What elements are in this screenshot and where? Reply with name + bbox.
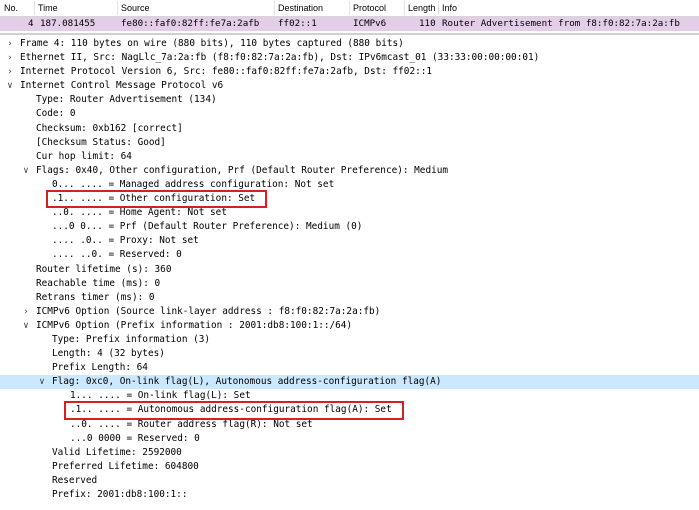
tree-item-label: Length: 4 (32 bytes): [52, 348, 165, 360]
packet-details-tree: › Frame 4: 110 bytes on wire (880 bits), …: [0, 37, 699, 502]
chevron-down-icon[interactable]: ∨: [37, 375, 47, 389]
packet-destination: ff02::1: [278, 18, 317, 29]
packet-info: Router Advertisement from f8:f0:82:7a:2a…: [442, 18, 680, 29]
tree-item-label: [Checksum Status: Good]: [36, 136, 166, 148]
packet-length: 110: [419, 18, 436, 29]
tree-item[interactable]: [Checksum Status: Good]: [0, 136, 699, 150]
tree-item-label: Retrans timer (ms): 0: [36, 291, 155, 303]
chevron-down-icon[interactable]: ∨: [21, 164, 31, 178]
tree-item[interactable]: 1... .... = On-link flag(L): Set: [0, 389, 699, 403]
tree-item-label: Router lifetime (s): 360: [36, 263, 172, 275]
tree-item[interactable]: › Frame 4: 110 bytes on wire (880 bits), …: [0, 37, 699, 51]
tree-item[interactable]: .... .0.. = Proxy: Not set: [0, 234, 699, 248]
tree-item-label: Internet Control Message Protocol v6: [20, 80, 224, 92]
tree-item[interactable]: Valid Lifetime: 2592000: [0, 446, 699, 460]
tree-item-label: .1.. .... = Other configuration: Set: [52, 193, 256, 205]
tree-item-label: 0... .... = Managed address configuratio…: [52, 178, 335, 190]
tree-item-label: Type: Prefix information (3): [52, 333, 211, 345]
tree-item[interactable]: Prefix: 2001:db8:100:1::: [0, 488, 699, 502]
tree-item[interactable]: › Ethernet II, Src: NagLlc_7a:2a:fb (f8:f…: [0, 51, 699, 65]
tree-item[interactable]: ∨ Flags: 0x40, Other configuration, Prf (…: [0, 164, 699, 178]
tree-item-label: Flags: 0x40, Other configuration, Prf (D…: [36, 164, 449, 176]
tree-item-label: Type: Router Advertisement (134): [36, 94, 217, 106]
tree-item[interactable]: .1.. .... = Autonomous address-configura…: [0, 403, 699, 417]
tree-item-label: Internet Protocol Version 6, Src: fe80::…: [20, 66, 433, 78]
tree-item[interactable]: Checksum: 0xb162 [correct]: [0, 122, 699, 136]
tree-item[interactable]: ∨ Internet Control Message Protocol v6: [0, 79, 699, 93]
tree-item[interactable]: Router lifetime (s): 360: [0, 263, 699, 277]
tree-item-label: ...0 0000 = Reserved: 0: [70, 432, 200, 444]
packet-source: fe80::faf0:82ff:fe7a:2afb: [121, 18, 260, 29]
column-header-time[interactable]: Time: [38, 0, 58, 16]
chevron-down-icon[interactable]: ∨: [5, 79, 15, 93]
tree-item-label: Code: 0: [36, 108, 76, 120]
tree-item[interactable]: .... ..0. = Reserved: 0: [0, 248, 699, 262]
tree-item[interactable]: Code: 0: [0, 107, 699, 121]
packet-list-header: No. Time Source Destination Protocol Len…: [0, 0, 699, 17]
tree-item-label: ..0. .... = Home Agent: Not set: [52, 207, 227, 219]
tree-item[interactable]: Prefix Length: 64: [0, 361, 699, 375]
tree-item-label: 1... .... = On-link flag(L): Set: [70, 390, 251, 402]
tree-item[interactable]: .1.. .... = Other configuration: Set: [0, 192, 699, 206]
column-header-length[interactable]: Length: [408, 0, 436, 16]
chevron-right-icon[interactable]: ›: [5, 37, 15, 51]
chevron-right-icon[interactable]: ›: [21, 305, 31, 319]
tree-item[interactable]: ∨ Flag: 0xc0, On-link flag(L), Autonomous…: [0, 375, 699, 390]
tree-item-label: ..0. .... = Router address flag(R): Not …: [70, 418, 313, 430]
tree-item-label: Ethernet II, Src: NagLlc_7a:2a:fb (f8:f0…: [20, 52, 540, 64]
tree-item-label: .... .0.. = Proxy: Not set: [52, 235, 199, 247]
packet-time: 187.081455: [40, 18, 96, 29]
wireshark-window: No. Time Source Destination Protocol Len…: [0, 0, 699, 510]
pane-divider[interactable]: [0, 33, 699, 35]
tree-item[interactable]: Type: Prefix information (3): [0, 333, 699, 347]
tree-item[interactable]: ..0. .... = Home Agent: Not set: [0, 206, 699, 220]
tree-item-label: Prefix: 2001:db8:100:1::: [52, 489, 188, 500]
tree-item[interactable]: Reserved: [0, 474, 699, 488]
tree-item[interactable]: ...0 0000 = Reserved: 0: [0, 432, 699, 446]
packet-no: 4: [28, 18, 34, 29]
column-header-info[interactable]: Info: [442, 0, 457, 16]
tree-item[interactable]: › Internet Protocol Version 6, Src: fe80:…: [0, 65, 699, 79]
packet-row-selected[interactable]: 4 187.081455 fe80::faf0:82ff:fe7a:2afb f…: [0, 17, 699, 31]
tree-item[interactable]: Cur hop limit: 64: [0, 150, 699, 164]
tree-item[interactable]: Retrans timer (ms): 0: [0, 291, 699, 305]
tree-item-label: Frame 4: 110 bytes on wire (880 bits), 1…: [20, 38, 404, 49]
tree-item-label: Preferred Lifetime: 604800: [52, 460, 199, 472]
column-header-destination[interactable]: Destination: [278, 0, 323, 16]
tree-item[interactable]: Reachable time (ms): 0: [0, 277, 699, 291]
column-header-protocol[interactable]: Protocol: [353, 0, 386, 16]
tree-item[interactable]: ∨ ICMPv6 Option (Prefix information : 200…: [0, 319, 699, 333]
column-header-no[interactable]: No.: [4, 0, 18, 16]
tree-item-label: Checksum: 0xb162 [correct]: [36, 122, 183, 134]
tree-item[interactable]: ...0 0... = Prf (Default Router Preferen…: [0, 220, 699, 234]
tree-item-label: Prefix Length: 64: [52, 362, 148, 374]
tree-item-label: Reserved: [52, 474, 98, 486]
tree-item-label: ICMPv6 Option (Source link-layer address…: [36, 305, 381, 317]
tree-item-label: ...0 0... = Prf (Default Router Preferen…: [52, 221, 363, 233]
tree-item-label: Valid Lifetime: 2592000: [52, 446, 182, 458]
chevron-down-icon[interactable]: ∨: [21, 319, 31, 333]
tree-item-label: .... ..0. = Reserved: 0: [52, 249, 182, 261]
column-header-source[interactable]: Source: [121, 0, 150, 16]
tree-item[interactable]: Type: Router Advertisement (134): [0, 93, 699, 107]
chevron-right-icon[interactable]: ›: [5, 51, 15, 65]
chevron-right-icon[interactable]: ›: [5, 65, 15, 79]
tree-item-label: .1.. .... = Autonomous address-configura…: [70, 404, 392, 416]
tree-item[interactable]: Length: 4 (32 bytes): [0, 347, 699, 361]
tree-item[interactable]: › ICMPv6 Option (Source link-layer addres…: [0, 305, 699, 319]
tree-item[interactable]: ..0. .... = Router address flag(R): Not …: [0, 418, 699, 432]
tree-item[interactable]: 0... .... = Managed address configuratio…: [0, 178, 699, 192]
tree-item-label: Flag: 0xc0, On-link flag(L), Autonomous …: [52, 376, 442, 388]
packet-protocol: ICMPv6: [353, 18, 387, 29]
tree-item-label: ICMPv6 Option (Prefix information : 2001…: [36, 319, 353, 331]
tree-item-label: Reachable time (ms): 0: [36, 277, 161, 289]
tree-item-label: Cur hop limit: 64: [36, 150, 132, 162]
tree-item[interactable]: Preferred Lifetime: 604800: [0, 460, 699, 474]
